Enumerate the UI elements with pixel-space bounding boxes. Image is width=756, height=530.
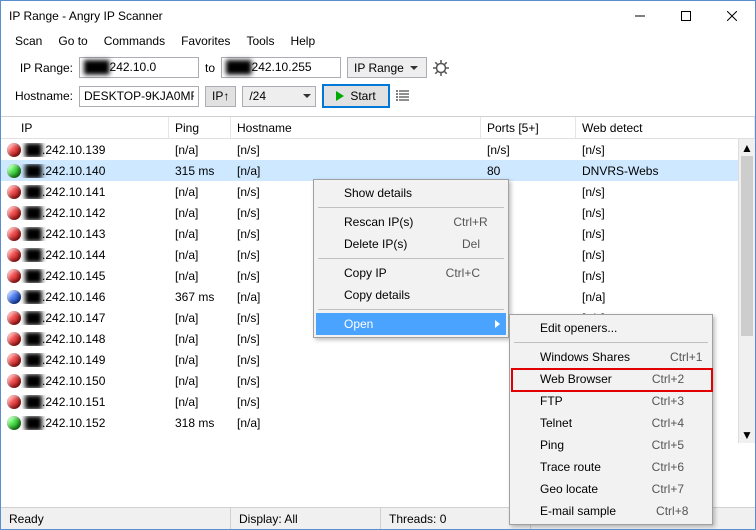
- scroll-down-icon[interactable]: ▼: [739, 426, 755, 443]
- ip-from-input[interactable]: ███242.10.0: [79, 57, 199, 78]
- menu-item-trace-route[interactable]: Trace routeCtrl+6: [512, 456, 710, 478]
- menubar: ScanGo toCommandsFavoritesToolsHelp: [1, 31, 755, 51]
- status-bullet-icon: [7, 332, 21, 346]
- maximize-button[interactable]: [663, 1, 709, 31]
- status-bullet-icon: [7, 353, 21, 367]
- menu-go-to[interactable]: Go to: [50, 32, 95, 50]
- menu-help[interactable]: Help: [282, 32, 323, 50]
- menu-separator: [318, 258, 504, 259]
- col-ip[interactable]: IP: [1, 117, 169, 138]
- status-bullet-icon: [7, 311, 21, 325]
- status-bullet-icon: [7, 269, 21, 283]
- window-title: IP Range - Angry IP Scanner: [9, 9, 617, 23]
- titlebar: IP Range - Angry IP Scanner: [1, 1, 755, 31]
- status-bullet-icon: [7, 164, 21, 178]
- menu-item-copy-ip[interactable]: Copy IPCtrl+C: [316, 262, 506, 284]
- col-host[interactable]: Hostname: [231, 117, 481, 138]
- menu-item-edit-openers[interactable]: Edit openers...: [512, 317, 710, 339]
- menu-separator: [318, 207, 504, 208]
- gear-icon[interactable]: [433, 60, 449, 76]
- menu-item-telnet[interactable]: TelnetCtrl+4: [512, 412, 710, 434]
- preferences-icon[interactable]: [396, 88, 412, 104]
- app-window: IP Range - Angry IP Scanner ScanGo toCom…: [0, 0, 756, 530]
- vertical-scrollbar[interactable]: ▲ ▼: [738, 139, 755, 443]
- scroll-up-icon[interactable]: ▲: [739, 139, 755, 156]
- status-bullet-icon: [7, 290, 21, 304]
- minimize-button[interactable]: [617, 1, 663, 31]
- open-submenu: Edit openers... Windows SharesCtrl+1Web B…: [509, 314, 713, 525]
- feeder-dropdown[interactable]: IP Range: [347, 57, 427, 78]
- menu-scan[interactable]: Scan: [7, 32, 50, 50]
- menu-separator: [514, 342, 708, 343]
- menu-item-show-details[interactable]: Show details: [316, 182, 506, 204]
- submenu-arrow-icon: [495, 320, 500, 328]
- start-button[interactable]: Start: [322, 84, 389, 108]
- col-ping[interactable]: Ping: [169, 117, 231, 138]
- menu-item-ftp[interactable]: FTPCtrl+3: [512, 390, 710, 412]
- close-button[interactable]: [709, 1, 755, 31]
- menu-item-rescan-ip-s[interactable]: Rescan IP(s)Ctrl+R: [316, 211, 506, 233]
- ip-to-input[interactable]: ███242.10.255: [221, 57, 341, 78]
- hostname-input[interactable]: [79, 86, 199, 107]
- status-bullet-icon: [7, 395, 21, 409]
- menu-item-geo-locate[interactable]: Geo locateCtrl+7: [512, 478, 710, 500]
- menu-item-windows-shares[interactable]: Windows SharesCtrl+1: [512, 346, 710, 368]
- menu-item-delete-ip-s[interactable]: Delete IP(s)Del: [316, 233, 506, 255]
- range-label: IP Range:: [11, 61, 73, 75]
- toolbar: IP Range: ███242.10.0 to ███242.10.255 I…: [1, 51, 755, 116]
- context-menu: Show details Rescan IP(s)Ctrl+RDelete IP(…: [313, 179, 509, 338]
- menu-item-copy-details[interactable]: Copy details: [316, 284, 506, 306]
- menu-separator: [318, 309, 504, 310]
- netmask-dropdown[interactable]: /24: [242, 86, 316, 107]
- col-web[interactable]: Web detect: [576, 117, 755, 138]
- status-display: Display: All: [231, 508, 381, 529]
- status-bullet-icon: [7, 248, 21, 262]
- play-icon: [336, 91, 344, 101]
- table-header: IP Ping Hostname Ports [5+] Web detect: [1, 117, 755, 139]
- menu-favorites[interactable]: Favorites: [173, 32, 238, 50]
- status-bullet-icon: [7, 185, 21, 199]
- status-ready: Ready: [1, 508, 231, 529]
- table-row[interactable]: ██.242.10.139[n/a][n/s][n/s][n/s]: [1, 139, 755, 160]
- menu-item-ping[interactable]: PingCtrl+5: [512, 434, 710, 456]
- scroll-thumb[interactable]: [741, 156, 753, 336]
- menu-item-open[interactable]: Open: [316, 313, 506, 335]
- status-bullet-icon: [7, 227, 21, 241]
- status-bullet-icon: [7, 374, 21, 388]
- menu-tools[interactable]: Tools: [238, 32, 282, 50]
- status-bullet-icon: [7, 143, 21, 157]
- col-ports[interactable]: Ports [5+]: [481, 117, 576, 138]
- menu-item-web-browser[interactable]: Web BrowserCtrl+2: [512, 368, 710, 390]
- ip-up-button[interactable]: IP↑: [205, 86, 236, 107]
- status-bullet-icon: [7, 206, 21, 220]
- status-bullet-icon: [7, 416, 21, 430]
- table-row[interactable]: ██.242.10.140315 ms[n/a]80DNVRS-Webs: [1, 160, 755, 181]
- hostname-label: Hostname:: [11, 89, 73, 103]
- to-label: to: [205, 61, 215, 75]
- menu-commands[interactable]: Commands: [96, 32, 173, 50]
- menu-item-e-mail-sample[interactable]: E-mail sampleCtrl+8: [512, 500, 710, 522]
